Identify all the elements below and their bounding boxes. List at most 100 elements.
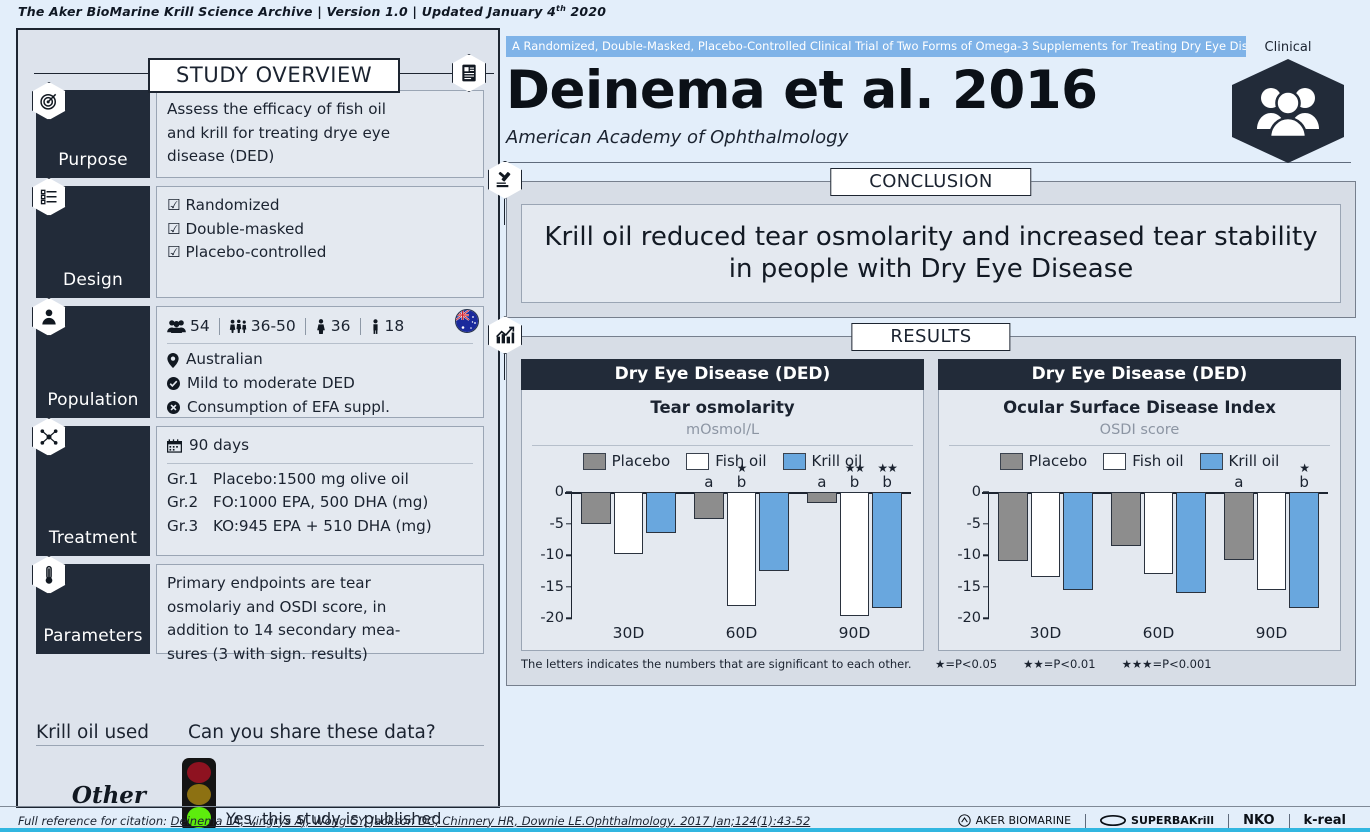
overview-row-population: Population 54 36-50 36 18 Australian Mil… xyxy=(32,298,484,418)
bars xyxy=(998,492,1093,618)
legend-divider xyxy=(949,445,1330,447)
bar-groups: a ★ b xyxy=(989,462,1328,618)
document-icon xyxy=(452,54,486,92)
legend-swatch xyxy=(582,452,606,470)
treatment-body: 90 days Gr.1 Placebo:1500 mg olive oil G… xyxy=(156,426,484,556)
calendar-icon xyxy=(167,439,182,453)
purpose-label: Purpose xyxy=(58,150,128,170)
aker-logo-icon xyxy=(957,814,971,827)
bar xyxy=(872,492,902,609)
significance-letter: b xyxy=(736,473,747,492)
parameters-line-4: sures (3 with sign. results) xyxy=(167,645,368,664)
chart-body: Ocular Surface Disease Index OSDI score Pl… xyxy=(938,390,1341,652)
legend-swatch xyxy=(999,452,1023,470)
sig-level-1: ★=P<0.05 xyxy=(935,657,998,672)
bars xyxy=(1111,492,1206,618)
bar-slot xyxy=(1111,492,1141,618)
bar-slot xyxy=(1143,492,1174,618)
significance-letter: a xyxy=(817,473,827,492)
chart-plot: 0 -5 -10 -15 -20 a ★ b 30D 60D 90D xyxy=(947,462,1332,644)
brand-aker-biomarine: AKER BIOMARINE xyxy=(944,814,1085,827)
chart-card-0: Dry Eye Disease (DED) Tear osmolarity mOsm… xyxy=(521,359,924,652)
brand-kreal-label: k-real xyxy=(1303,813,1347,828)
reference-label: Full reference for citation: xyxy=(18,813,168,828)
male-icon xyxy=(372,318,378,334)
study-subtitle-band: A Randomized, Double-Masked, Placebo-Con… xyxy=(506,36,1246,57)
design-line-2: ☑ Double-masked xyxy=(167,219,304,238)
archive-version-line: The Aker BioMarine Krill Science Archive… xyxy=(18,4,606,19)
legend-label: Placebo xyxy=(1028,452,1088,471)
chart-footnotes: The letters indicates the numbers that a… xyxy=(521,657,1341,671)
x-circle-icon xyxy=(167,400,180,414)
legend-label: Fish oil xyxy=(1132,452,1184,471)
treatment-group-1: Gr.1 Placebo:1500 mg olive oil xyxy=(167,468,473,492)
treatment-duration-text: 90 days xyxy=(189,436,250,454)
location-pin-icon xyxy=(167,352,179,368)
header-divider xyxy=(506,161,1351,163)
legend-divider xyxy=(532,445,913,447)
bar xyxy=(1256,492,1287,590)
archive-text-after: 2020 xyxy=(565,4,607,20)
bar-slot: ★★ b xyxy=(872,462,902,618)
x-tick-label: 60D xyxy=(725,624,758,643)
bars: a ★ b xyxy=(1224,462,1319,618)
brand-superbakrill-label: SUPERBAKrill xyxy=(1131,814,1215,827)
reference-text: Deinema LA, Vingrys AJ, Wong CY, Jackson… xyxy=(170,813,811,828)
bar-slot xyxy=(1256,492,1287,618)
bar-slot: ★ b xyxy=(726,462,757,618)
study-summary-page: The Aker BioMarine Krill Science Archive… xyxy=(0,0,1370,832)
bar xyxy=(1143,492,1174,575)
traffic-bulb-amber xyxy=(187,784,211,806)
bar-group xyxy=(989,492,1102,618)
stat-age-range: 36-50 xyxy=(220,314,305,338)
legend-item: Placebo xyxy=(999,452,1088,471)
bar-slot xyxy=(1063,492,1093,618)
bar xyxy=(694,492,724,519)
purpose-line-1: Assess the efficacy of fish oil xyxy=(167,100,386,118)
bar-slot: ★ b xyxy=(1289,462,1319,618)
treatment-group-3-text: KO:945 EPA + 510 DHA (mg) xyxy=(213,517,432,536)
bar xyxy=(1030,492,1061,578)
treatment-group-1-text: Placebo:1500 mg olive oil xyxy=(213,469,409,488)
bar xyxy=(581,492,611,525)
molecule-icon xyxy=(32,418,66,456)
bar-slot xyxy=(613,492,644,618)
krill-used-value: Other xyxy=(71,781,147,809)
bars xyxy=(581,492,676,618)
bar-annotation: a xyxy=(694,462,724,490)
bar-slot xyxy=(581,492,611,618)
charts-container: Dry Eye Disease (DED) Tear osmolarity mOsm… xyxy=(521,359,1341,652)
person-icon xyxy=(32,298,66,336)
sig-level-2: ★★=P<0.01 xyxy=(1023,657,1096,672)
x-axis-labels: 30D 60D 90D xyxy=(572,624,911,642)
study-type-badge: Clinical xyxy=(1228,40,1348,163)
bar xyxy=(1289,492,1319,609)
treatment-group-3: Gr.3 KO:945 EPA + 510 DHA (mg) xyxy=(167,515,473,539)
design-badge: Design xyxy=(32,178,150,298)
parameters-line-2: osmolariy and OSDI score, in xyxy=(167,597,387,616)
treatment-group-2-key: Gr.2 xyxy=(167,493,199,512)
chart-legend: Placebo Fish oil Krill oil xyxy=(947,452,1332,470)
superbakrill-logo-icon xyxy=(1100,814,1127,827)
share-data-header: Can you share these data? xyxy=(182,722,484,746)
bullet-location-text: Australian xyxy=(186,350,263,369)
bar-slot: a xyxy=(694,475,724,618)
significance-letter: b xyxy=(1299,473,1309,492)
population-label: Population xyxy=(47,390,139,410)
stat-female: 36 xyxy=(306,314,360,338)
chart-subtitle: mOsmol/L xyxy=(685,422,760,439)
bar-slot xyxy=(759,492,789,618)
bar xyxy=(998,492,1028,562)
significance-letter: b xyxy=(882,473,892,492)
x-tick-label: 90D xyxy=(838,624,871,643)
bar xyxy=(726,492,757,606)
legend-item: Fish oil xyxy=(1103,452,1184,471)
legend-swatch xyxy=(782,452,806,470)
bar-annotation: ★ b xyxy=(727,462,757,490)
brand-nko-label: NKO xyxy=(1243,813,1275,828)
bar xyxy=(759,492,789,571)
population-badge: Population xyxy=(32,298,150,418)
design-line-1: ☑ Randomized xyxy=(167,196,280,214)
x-tick-label: 60D xyxy=(1142,624,1175,643)
bar-slot xyxy=(1030,492,1061,618)
